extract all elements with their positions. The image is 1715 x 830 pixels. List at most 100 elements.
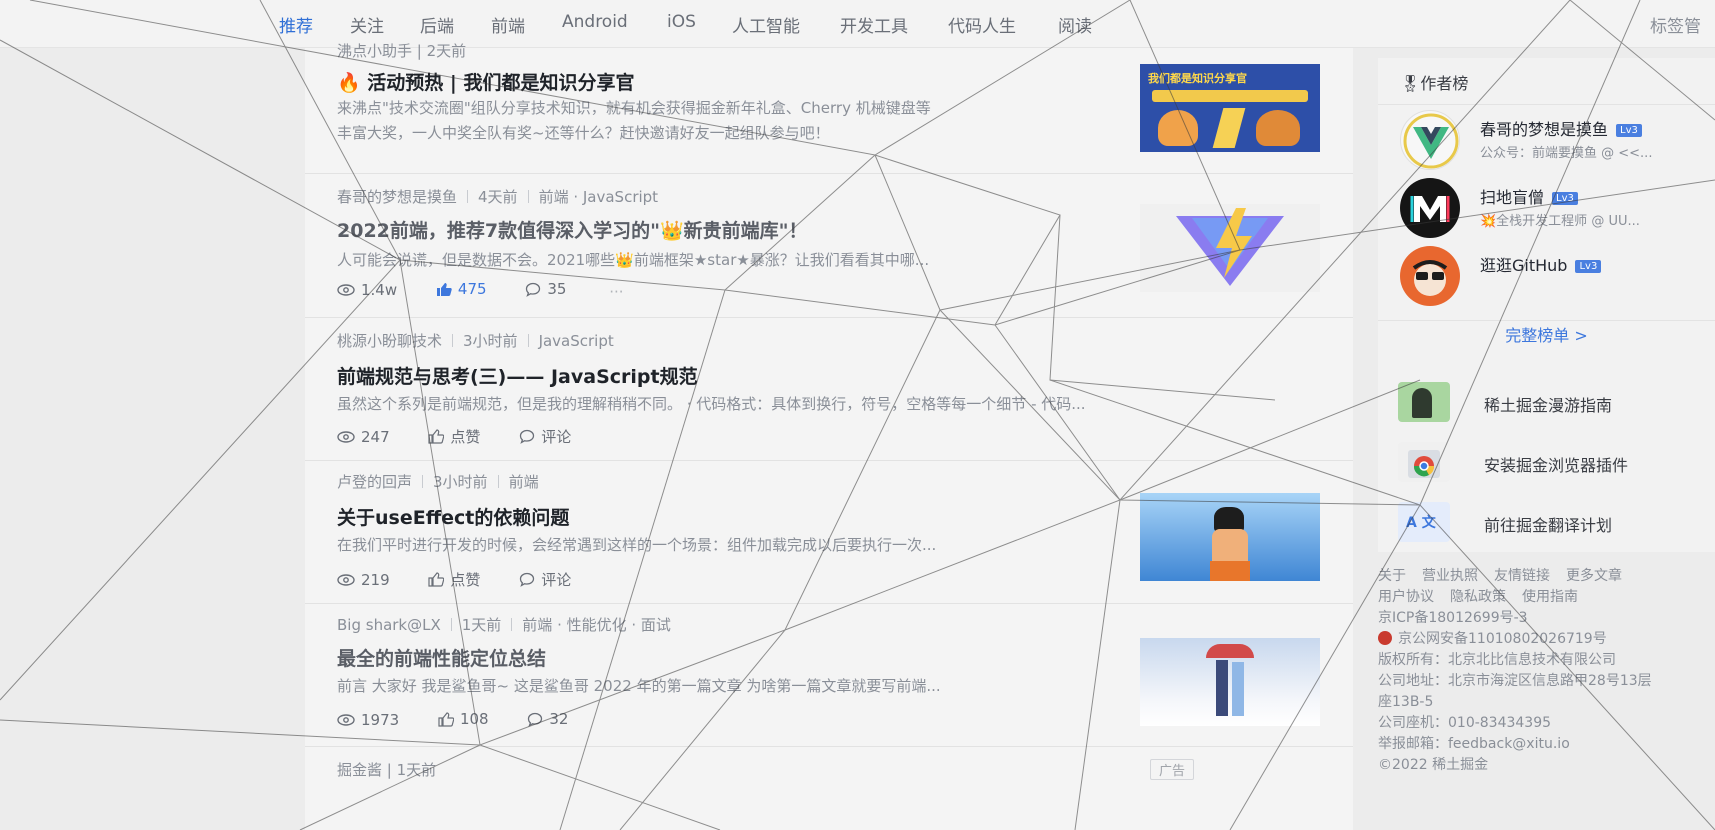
thumbnail-figure	[1216, 660, 1228, 716]
ad-card[interactable]: 掘金酱 | 1天前 广告	[305, 747, 1353, 830]
comment-count: 32	[549, 710, 569, 728]
footer-link[interactable]: 隐私政策	[1450, 589, 1506, 605]
author-item[interactable]: 扫地盲僧 Lv3 💥全栈开发工程师 @ UU...	[1400, 178, 1715, 238]
level-badge: Lv3	[1616, 124, 1642, 137]
article-title[interactable]: 前端规范与思考(三)—— JavaScript规范	[337, 362, 698, 389]
article-tags[interactable]: JavaScript	[539, 332, 614, 350]
article-tags[interactable]: 前端 · 性能优化 · 面试	[522, 616, 671, 634]
article-title[interactable]: 2022前端，推荐7款值得深入学习的"👑新贵前端库"！	[337, 216, 808, 243]
like-button[interactable]: 点赞	[428, 426, 480, 447]
footer-row-2: 用户协议 隐私政策 使用指南	[1378, 587, 1715, 608]
footer-link[interactable]: 用户协议	[1378, 589, 1434, 605]
comment-count: 评论	[541, 571, 572, 589]
thumbnail-bolt	[1212, 108, 1246, 148]
article-author[interactable]: 卢登的回声	[337, 473, 412, 491]
comment-icon	[520, 572, 535, 587]
tab-following[interactable]: 关注	[350, 12, 384, 37]
article-stats: 219 点赞 评论	[337, 569, 605, 591]
avatar[interactable]	[1400, 246, 1460, 306]
view-count: 1.4w	[337, 281, 397, 299]
article-time: 4天前	[478, 188, 518, 206]
article-title[interactable]: 最全的前端性能定位总结	[337, 644, 546, 671]
article-time: 3小时前	[433, 473, 488, 491]
like-button[interactable]: 475	[436, 280, 487, 298]
tab-dev-tools[interactable]: 开发工具	[840, 12, 908, 37]
activity-item[interactable]: 沸点小助手 | 2天前 🔥 活动预热 | 我们都是知识分享官 来沸点"技术交流圈…	[305, 42, 1353, 174]
author-item[interactable]: 春哥的梦想是摸鱼 Lv3 公众号：前端要摸鱼 @ <<...	[1400, 110, 1715, 170]
footer-icp[interactable]: 京ICP备18012699号-3	[1378, 608, 1715, 629]
guide-link[interactable]: 稀土掘金漫游指南	[1398, 382, 1715, 422]
footer-police[interactable]: 京公网安备11010802026719号	[1378, 629, 1715, 650]
comment-button[interactable]: 评论	[519, 569, 571, 590]
avatar[interactable]	[1400, 178, 1460, 238]
article-time: 1天前	[461, 616, 502, 634]
ad-meta: 掘金酱 | 1天前	[337, 761, 437, 779]
tab-code-life[interactable]: 代码人生	[948, 12, 1016, 37]
tab-ai[interactable]: 人工智能	[732, 12, 800, 37]
tab-recommend[interactable]: 推荐	[279, 12, 313, 37]
thumbs-up-icon	[428, 429, 445, 444]
author-item[interactable]: 逛逛GitHub Lv3	[1400, 246, 1715, 306]
translate-link[interactable]: A 文 前往掘金翻译计划	[1398, 502, 1715, 542]
activity-title[interactable]: 🔥 活动预热 | 我们都是知识分享官	[337, 68, 634, 95]
thumbs-up-icon	[436, 282, 452, 296]
comment-button[interactable]: 35	[525, 280, 566, 298]
extension-label: 安装掘金浏览器插件	[1484, 456, 1629, 475]
tab-ios[interactable]: iOS	[667, 12, 696, 32]
article-meta: 桃源小盼聊技术 3小时前 JavaScript	[337, 330, 614, 351]
footer-link[interactable]: 营业执照	[1422, 568, 1478, 584]
author-name[interactable]: 春哥的梦想是摸鱼 Lv3	[1480, 116, 1642, 140]
comment-icon	[526, 282, 541, 297]
article-card[interactable]: Big shark@LX 1天前 前端 · 性能优化 · 面试 最全的前端性能定位总…	[305, 604, 1353, 747]
footer-link[interactable]: 更多文章	[1566, 568, 1622, 584]
links-card: 稀土掘金漫游指南 安装掘金浏览器插件 A 文 前往掘金翻译计划	[1378, 372, 1715, 552]
divider	[1378, 104, 1715, 105]
comment-button[interactable]: 评论	[519, 426, 571, 447]
activity-meta: 沸点小助手 | 2天前	[337, 42, 467, 60]
article-author[interactable]: 桃源小盼聊技术	[337, 332, 442, 350]
footer-email[interactable]: 举报邮箱：feedback@xitu.io	[1378, 734, 1715, 755]
article-thumbnail[interactable]	[1140, 493, 1320, 581]
tab-frontend[interactable]: 前端	[491, 12, 525, 37]
extension-link[interactable]: 安装掘金浏览器插件	[1398, 442, 1715, 482]
like-button[interactable]: 点赞	[428, 569, 480, 590]
top-nav: 推荐 关注 后端 前端 Android iOS 人工智能 开发工具 代码人生 阅…	[0, 0, 1715, 48]
article-tags[interactable]: 前端	[509, 473, 539, 491]
tag-manage-link[interactable]: 标签管	[1650, 12, 1701, 37]
avatar[interactable]	[1400, 110, 1460, 170]
tab-reading[interactable]: 阅读	[1058, 12, 1092, 37]
article-card[interactable]: 卢登的回声 3小时前 前端 关于useEffect的依赖问题 在我们平时进行开发的时…	[305, 461, 1353, 604]
footer-link[interactable]: 使用指南	[1522, 589, 1578, 605]
footer-link[interactable]: 关于	[1378, 568, 1406, 584]
eye-icon	[337, 574, 355, 586]
view-count-value: 247	[361, 428, 390, 446]
article-thumbnail[interactable]	[1140, 638, 1320, 726]
guide-label: 稀土掘金漫游指南	[1484, 396, 1613, 415]
author-rank-title: 🎖作者榜	[1400, 74, 1469, 93]
footer-address: 公司地址：北京市海淀区信息路甲28号13层	[1378, 673, 1652, 689]
more-icon[interactable]: ···	[609, 283, 623, 301]
divider	[1378, 320, 1715, 321]
article-title[interactable]: 关于useEffect的依赖问题	[337, 503, 569, 530]
thumbnail-figure	[1232, 662, 1244, 716]
article-author[interactable]: Big shark@LX	[337, 616, 441, 634]
tab-backend[interactable]: 后端	[420, 12, 454, 37]
author-name[interactable]: 逛逛GitHub Lv3	[1480, 252, 1602, 276]
article-card[interactable]: 春哥的梦想是摸鱼 4天前 前端 · JavaScript 2022前端，推荐7款值得…	[305, 174, 1353, 318]
full-rank-link[interactable]: 完整榜单 >	[1378, 322, 1715, 346]
article-thumbnail[interactable]	[1140, 204, 1320, 292]
activity-thumbnail[interactable]: 我们都是知识分享官	[1140, 64, 1320, 152]
article-tags[interactable]: 前端 · JavaScript	[539, 188, 659, 206]
article-author[interactable]: 春哥的梦想是摸鱼	[337, 188, 457, 206]
thumbnail-banner	[1152, 90, 1308, 102]
author-name[interactable]: 扫地盲僧 Lv3	[1480, 184, 1578, 208]
translate-icon: A 文	[1398, 502, 1450, 542]
like-count: 108	[459, 710, 489, 728]
article-card[interactable]: 桃源小盼聊技术 3小时前 JavaScript 前端规范与思考(三)—— JavaS…	[305, 318, 1353, 461]
guide-icon	[1398, 382, 1450, 422]
like-count: 475	[457, 280, 487, 298]
comment-button[interactable]: 32	[527, 710, 568, 728]
footer-link[interactable]: 友情链接	[1494, 568, 1550, 584]
tab-android[interactable]: Android	[562, 12, 628, 32]
like-button[interactable]: 108	[438, 710, 489, 728]
